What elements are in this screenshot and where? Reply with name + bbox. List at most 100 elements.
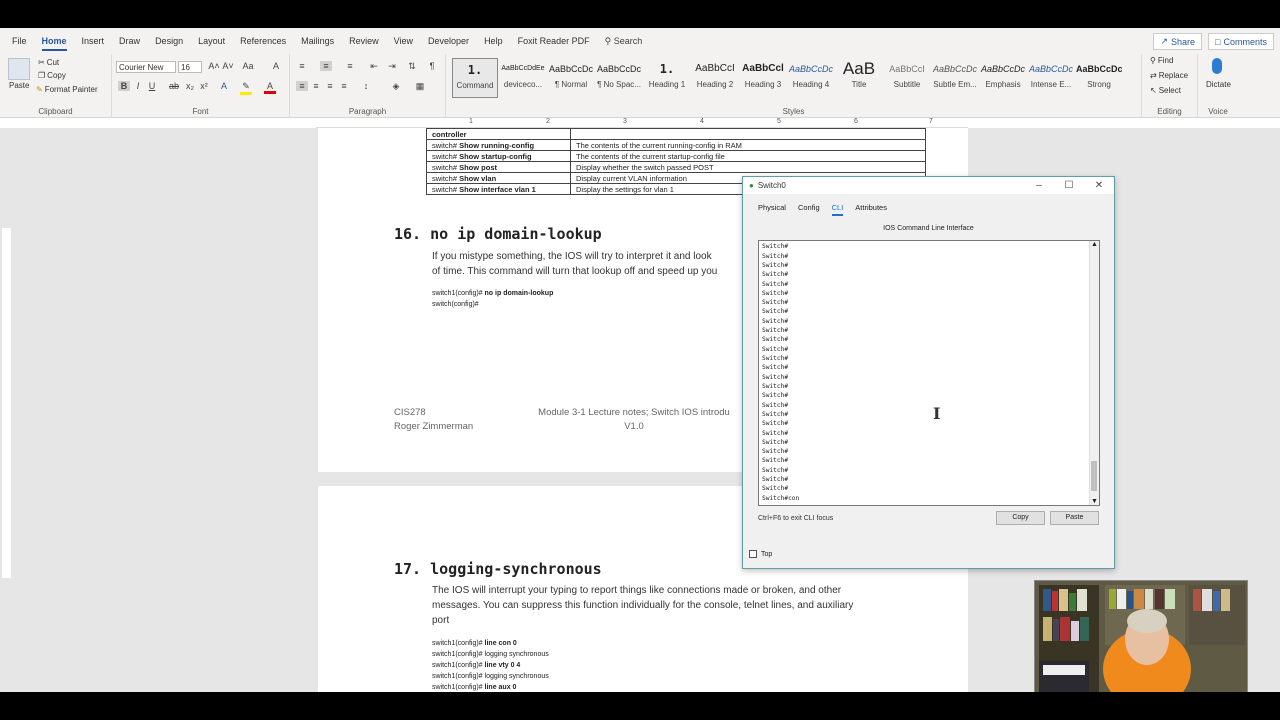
- search-box[interactable]: ⚲ Search: [605, 36, 643, 47]
- replace-button[interactable]: ⇄ Replace: [1150, 71, 1188, 80]
- font-color-icon[interactable]: A: [264, 81, 276, 94]
- align-left-icon[interactable]: ≡: [296, 81, 308, 91]
- menu-review[interactable]: Review: [349, 32, 379, 50]
- numbering-icon[interactable]: ≡: [320, 61, 332, 71]
- scroll-up-icon[interactable]: ▲: [1091, 241, 1098, 248]
- style-emphasis[interactable]: AaBbCcDc Emphasis: [980, 58, 1026, 98]
- grow-font-icon[interactable]: A˄: [208, 61, 220, 71]
- menu-mailings[interactable]: Mailings: [301, 32, 334, 50]
- style-heading3[interactable]: AaBbCcl Heading 3: [740, 58, 786, 98]
- style-heading2[interactable]: AaBbCcI Heading 2: [692, 58, 738, 98]
- ruler-number: 5: [777, 118, 781, 125]
- bold-icon[interactable]: B: [118, 81, 130, 91]
- share-button[interactable]: ↗ Share: [1153, 33, 1203, 50]
- find-button[interactable]: ⚲ Find: [1150, 56, 1173, 65]
- style-heading4[interactable]: AaBbCcDc Heading 4: [788, 58, 834, 98]
- footer-left: CIS278 Roger Zimmerman: [394, 406, 473, 434]
- align-center-icon[interactable]: ≡: [310, 81, 322, 91]
- style-subtle-emphasis[interactable]: AaBbCcDc Subtle Em...: [932, 58, 978, 98]
- font-size-select[interactable]: 16: [178, 61, 202, 73]
- style-command[interactable]: 1. Command: [452, 58, 498, 98]
- text-effects-icon[interactable]: A: [218, 81, 230, 91]
- shrink-font-icon[interactable]: A˅: [222, 61, 234, 71]
- tab-attributes[interactable]: Attributes: [855, 203, 887, 216]
- scroll-down-icon[interactable]: ▼: [1091, 498, 1098, 505]
- style-name: Emphasis: [985, 80, 1021, 89]
- style-strong[interactable]: AaBbCcDc Strong: [1076, 58, 1122, 98]
- menu-developer[interactable]: Developer: [428, 32, 469, 50]
- dictate-button[interactable]: Dictate: [1206, 80, 1231, 89]
- multilevel-list-icon[interactable]: ≡: [344, 61, 356, 71]
- change-case-icon[interactable]: Aa: [242, 61, 254, 71]
- style-title[interactable]: AaB Title: [836, 58, 882, 98]
- copy-button[interactable]: ❐ Copy: [38, 71, 66, 80]
- tab-config[interactable]: Config: [798, 203, 820, 216]
- menu-layout[interactable]: Layout: [198, 32, 225, 50]
- style-subtitle[interactable]: AaBbCcI Subtitle: [884, 58, 930, 98]
- dialog-titlebar[interactable]: ● Switch0 – ☐ ✕: [743, 177, 1114, 194]
- borders-icon[interactable]: ▦: [414, 81, 426, 92]
- superscript-icon[interactable]: x²: [198, 81, 210, 91]
- style-normal[interactable]: AaBbCcDc ¶ Normal: [548, 58, 594, 98]
- paste-icon[interactable]: [8, 58, 30, 80]
- style-name: Heading 4: [792, 80, 830, 89]
- sort-icon[interactable]: ⇅: [406, 61, 418, 72]
- underline-icon[interactable]: U: [146, 81, 158, 91]
- cut-button[interactable]: ✂ Cut: [38, 58, 59, 67]
- style-no-spacing[interactable]: AaBbCcDc ¶ No Spac...: [596, 58, 642, 98]
- font-name-select[interactable]: Courier New: [116, 61, 176, 73]
- highlight-icon[interactable]: ✎: [240, 81, 252, 95]
- microphone-icon[interactable]: [1212, 58, 1222, 74]
- search-label: Search: [613, 36, 643, 46]
- menu-home[interactable]: Home: [41, 32, 67, 51]
- style-sample: AaBbCcDc: [980, 64, 1025, 74]
- paragraph-line: port: [432, 615, 450, 626]
- cli-console[interactable]: Switch# Switch# Switch# Switch# Switch# Switc…: [758, 240, 1100, 506]
- pilcrow-icon[interactable]: ¶: [426, 61, 438, 71]
- align-right-icon[interactable]: ≡: [324, 81, 336, 91]
- clipboard-group: Paste ✂ Cut ❐ Copy ✎ Format Painter Clipboa…: [0, 54, 112, 118]
- clear-format-icon[interactable]: A: [270, 61, 282, 71]
- menu-insert[interactable]: Insert: [82, 32, 105, 50]
- menu-view[interactable]: View: [394, 32, 413, 50]
- style-name: Strong: [1087, 80, 1111, 89]
- share-label: Share: [1171, 36, 1196, 47]
- menu-draw[interactable]: Draw: [119, 32, 140, 50]
- cli-line: Switch#: [762, 243, 789, 251]
- italic-icon[interactable]: I: [132, 81, 144, 91]
- tab-physical[interactable]: Physical: [758, 203, 786, 216]
- shading-icon[interactable]: ◈: [390, 81, 402, 92]
- increase-indent-icon[interactable]: ⇥: [386, 61, 398, 72]
- format-painter-button[interactable]: ✎ Format Painter: [36, 85, 98, 94]
- menu-design[interactable]: Design: [155, 32, 183, 50]
- paste-button[interactable]: Paste: [9, 81, 29, 90]
- style-heading1[interactable]: 1. Heading 1: [644, 58, 690, 98]
- style-intense-emphasis[interactable]: AaBbCcDc Intense E...: [1028, 58, 1074, 98]
- select-label: Select: [1158, 86, 1181, 95]
- copy-button[interactable]: Copy: [996, 511, 1045, 525]
- decrease-indent-icon[interactable]: ⇤: [368, 61, 380, 72]
- tab-cli[interactable]: CLI: [831, 203, 844, 216]
- justify-icon[interactable]: ≡: [338, 81, 350, 91]
- paste-button[interactable]: Paste: [1050, 511, 1099, 525]
- minimize-icon[interactable]: –: [1024, 177, 1054, 194]
- top-checkbox[interactable]: Top: [749, 550, 772, 558]
- cli-scrollbar[interactable]: ▲ ▼: [1089, 241, 1099, 505]
- maximize-icon[interactable]: ☐: [1054, 177, 1084, 194]
- menu-help[interactable]: Help: [484, 32, 503, 50]
- table-cell: Display whether the switch passed POST: [570, 161, 926, 173]
- select-button[interactable]: ↖ Select: [1150, 86, 1181, 95]
- line-spacing-icon[interactable]: ↕: [360, 81, 372, 91]
- comments-button[interactable]: □ Comments: [1208, 33, 1274, 50]
- strikethrough-icon[interactable]: ab: [168, 81, 180, 91]
- menu-file[interactable]: File: [12, 32, 27, 50]
- scrollbar-thumb[interactable]: [1091, 461, 1097, 491]
- style-deviceco[interactable]: AaBbCcDdEe deviceco...: [500, 58, 546, 98]
- font-label: Font: [192, 107, 209, 116]
- bullets-icon[interactable]: ≡: [296, 61, 308, 71]
- menu-references[interactable]: References: [240, 32, 286, 50]
- subscript-icon[interactable]: x₂: [184, 81, 196, 91]
- checkbox-box[interactable]: [749, 550, 757, 558]
- close-icon[interactable]: ✕: [1084, 177, 1114, 194]
- menu-foxit[interactable]: Foxit Reader PDF: [518, 32, 590, 50]
